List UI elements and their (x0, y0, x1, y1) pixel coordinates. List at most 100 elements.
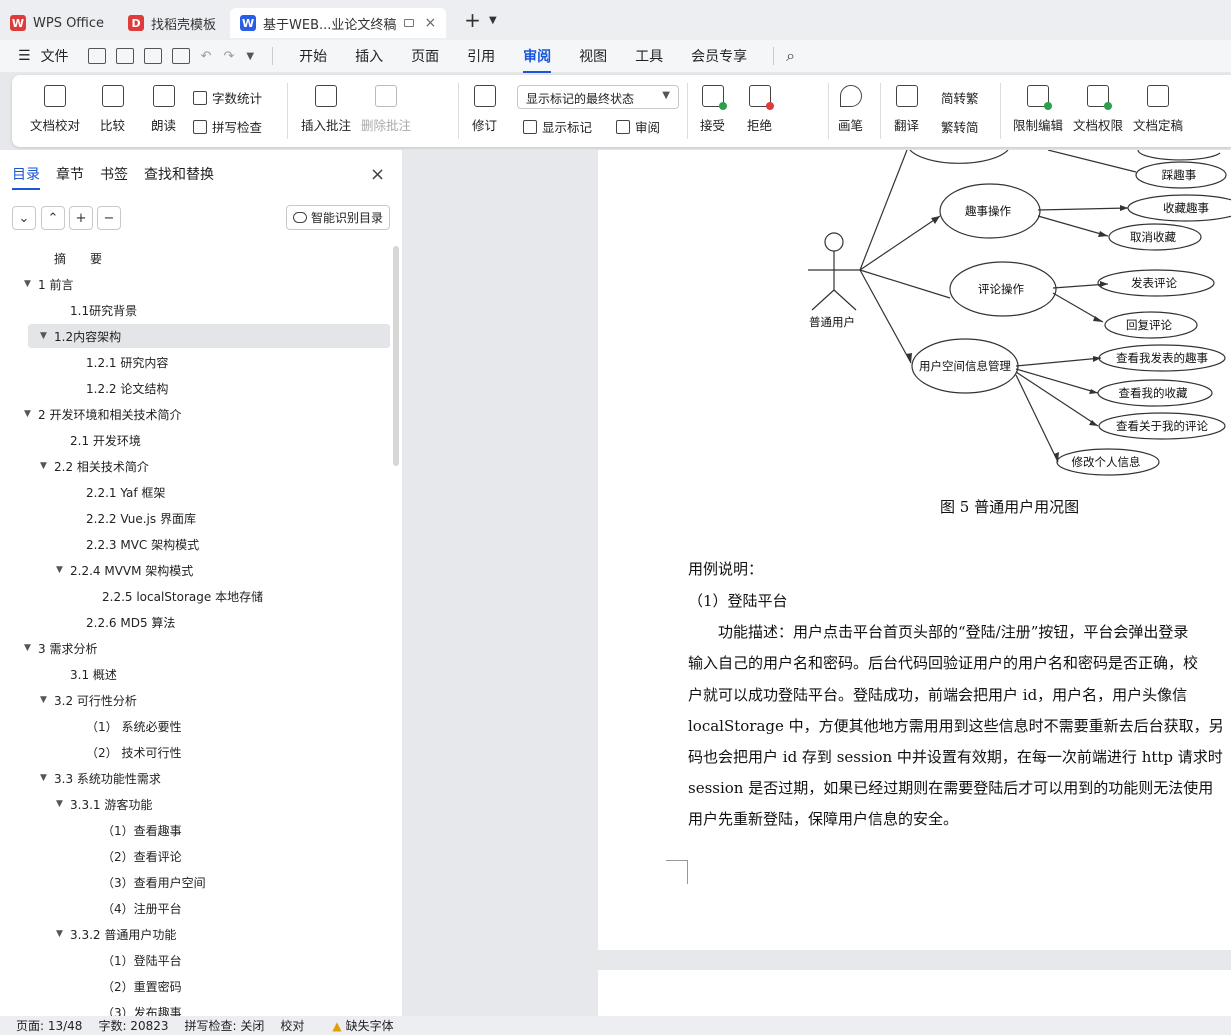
toc-item[interactable]: 2.2.3 MVC 架构模式 (0, 532, 390, 556)
toc-item[interactable]: 1.2.1 研究内容 (0, 350, 390, 374)
to-traditional-button[interactable]: 简转繁 (941, 88, 979, 107)
tab-toc[interactable]: 目录 (12, 164, 40, 190)
compare-button[interactable]: 比较 (100, 85, 125, 134)
new-tab-button[interactable]: + (464, 8, 481, 32)
word-count-button[interactable]: 字数统计 (193, 88, 262, 107)
toc-item[interactable]: ▼ 1 前言 (0, 272, 390, 296)
toc-item[interactable]: （1）查看趣事 (0, 818, 390, 842)
close-icon[interactable]: × (370, 164, 385, 185)
toc-item[interactable]: （2）重置密码 (0, 974, 390, 998)
pen-button[interactable]: 画笔 (838, 85, 863, 134)
collapse-down-button[interactable]: ⌄ (12, 206, 36, 230)
menu-reference[interactable]: 引用 (467, 46, 495, 66)
caret-down-icon[interactable]: ▼ (56, 929, 70, 939)
toc-item[interactable]: （1） 系统必要性 (0, 714, 390, 738)
caret-down-icon[interactable]: ▼ (40, 461, 54, 471)
toc-item[interactable]: （3）查看用户空间 (0, 870, 390, 894)
caret-down-icon[interactable]: ▼ (40, 331, 54, 341)
accept-button[interactable]: 接受 (700, 85, 727, 134)
tab-window-icon[interactable] (404, 19, 415, 27)
spell-check-indicator[interactable]: 拼写检查: 关闭 (185, 1017, 265, 1034)
toc-item[interactable]: ▼ 3.2 可行性分析 (0, 688, 390, 712)
caret-down-icon[interactable]: ▼ (24, 643, 38, 653)
doc-finalize-button[interactable]: 文档定稿 (1133, 85, 1183, 134)
delete-comment-button[interactable]: 删除批注 (361, 85, 411, 134)
caret-down-icon[interactable]: ▼ (24, 409, 38, 419)
tab-chapters[interactable]: 章节 (56, 164, 84, 190)
menu-home[interactable]: 开始 (299, 46, 327, 66)
toc-item[interactable]: 2.2.1 Yaf 框架 (0, 480, 390, 504)
menu-tools[interactable]: 工具 (635, 46, 663, 66)
collapse-up-button[interactable]: ⌃ (41, 206, 65, 230)
toc-item[interactable]: ▼ 3.3 系统功能性需求 (0, 766, 390, 790)
menu-file[interactable]: 文件 (41, 46, 69, 66)
tab-find-replace[interactable]: 查找和替换 (144, 164, 214, 190)
review-pane-button[interactable]: 审阅 (616, 117, 660, 136)
doc-rights-button[interactable]: 文档权限 (1073, 85, 1123, 134)
menu-view[interactable]: 视图 (579, 46, 607, 66)
caret-down-icon[interactable]: ▼ (56, 799, 70, 809)
page-indicator[interactable]: 页面: 13/48 (16, 1017, 82, 1034)
save-icon[interactable] (87, 48, 106, 64)
revise-button[interactable]: 修订 (472, 85, 497, 134)
toc-item[interactable]: 摘 要 (0, 246, 390, 270)
tab-wps-office[interactable]: W WPS Office (0, 8, 114, 38)
add-heading-button[interactable]: + (69, 206, 93, 230)
toc-item[interactable]: ▼ 3.3.2 普通用户功能 (0, 922, 390, 946)
toc-item[interactable]: （4）注册平台 (0, 896, 390, 920)
toc-item[interactable]: ▼ 3 需求分析 (0, 636, 390, 660)
caret-down-icon[interactable]: ▼ (56, 565, 70, 575)
spell-check-button[interactable]: 拼写检查 (193, 117, 262, 136)
to-simplified-button[interactable]: 繁转简 (941, 117, 979, 136)
smart-toc-button[interactable]: 智能识别目录 (286, 205, 390, 230)
translate-button[interactable]: 翻译 (894, 85, 919, 134)
remove-heading-button[interactable]: − (97, 206, 121, 230)
print-icon[interactable] (143, 48, 162, 64)
toc-item[interactable]: ▼ 3.3.1 游客功能 (0, 792, 390, 816)
tab-bookmarks[interactable]: 书签 (100, 164, 128, 190)
toc-item[interactable]: 1.2.2 论文结构 (0, 376, 390, 400)
toc-item[interactable]: ▼ 1.2内容架构 (28, 324, 390, 348)
toc-item[interactable]: ▼ 2.2.4 MVVM 架构模式 (0, 558, 390, 582)
proofread-button[interactable]: 文档校对 (30, 85, 80, 134)
caret-down-icon[interactable]: ▼ (24, 279, 38, 289)
toc-item[interactable]: （2）查看评论 (0, 844, 390, 868)
toc-item[interactable]: 1.1研究背景 (0, 298, 390, 322)
show-markup-button[interactable]: 显示标记 (523, 117, 592, 136)
tab-document[interactable]: W 基于WEB...业论文终稿 × (230, 8, 447, 38)
export-icon[interactable] (115, 48, 134, 64)
tab-docer-templates[interactable]: D 找稻壳模板 (118, 8, 226, 38)
menu-review[interactable]: 审阅 (523, 46, 552, 73)
hamburger-icon[interactable]: ☰ (18, 48, 31, 64)
toc-item[interactable]: （1）登陆平台 (0, 948, 390, 972)
restrict-edit-button[interactable]: 限制编辑 (1013, 85, 1063, 134)
read-aloud-button[interactable]: 朗读 (151, 85, 176, 134)
menu-page[interactable]: 页面 (411, 46, 439, 66)
caret-down-icon[interactable]: ▼ (40, 695, 54, 705)
insert-comment-button[interactable]: 插入批注 (301, 85, 351, 134)
toc-item[interactable]: ▼ 2.2 相关技术简介 (0, 454, 390, 478)
reject-button[interactable]: 拒绝 (747, 85, 774, 134)
toc-item[interactable]: 3.1 概述 (0, 662, 390, 686)
word-count-indicator[interactable]: 字数: 20823 (98, 1017, 168, 1034)
toc-item[interactable]: 2.2.6 MD5 算法 (0, 610, 390, 634)
redo-icon[interactable]: ↷ (223, 49, 234, 64)
chevron-down-icon[interactable]: ▼ (246, 51, 254, 62)
markup-state-select[interactable]: 显示标记的最终状态 ▼ (517, 85, 679, 109)
undo-icon[interactable]: ↶ (201, 49, 212, 64)
caret-down-icon[interactable]: ▼ (40, 773, 54, 783)
print-preview-icon[interactable] (171, 48, 190, 64)
proof-indicator[interactable]: 校对 (280, 1017, 304, 1034)
missing-font-indicator[interactable]: ▲ 缺失字体 (332, 1017, 393, 1034)
toc-item[interactable]: 2.1 开发环境 (0, 428, 390, 452)
toc-item[interactable]: （2） 技术可行性 (0, 740, 390, 764)
toc-item[interactable]: ▼ 2 开发环境和相关技术简介 (0, 402, 390, 426)
menu-membership[interactable]: 会员专享 (691, 46, 747, 66)
close-icon[interactable]: × (424, 15, 436, 31)
toc-item[interactable]: 2.2.5 localStorage 本地存储 (0, 584, 390, 608)
search-icon[interactable]: ⌕ (786, 46, 795, 66)
menu-insert[interactable]: 插入 (355, 46, 383, 66)
chevron-down-icon[interactable]: ▼ (489, 15, 497, 26)
scrollbar[interactable] (393, 246, 399, 466)
toc-item[interactable]: 2.2.2 Vue.js 界面库 (0, 506, 390, 530)
